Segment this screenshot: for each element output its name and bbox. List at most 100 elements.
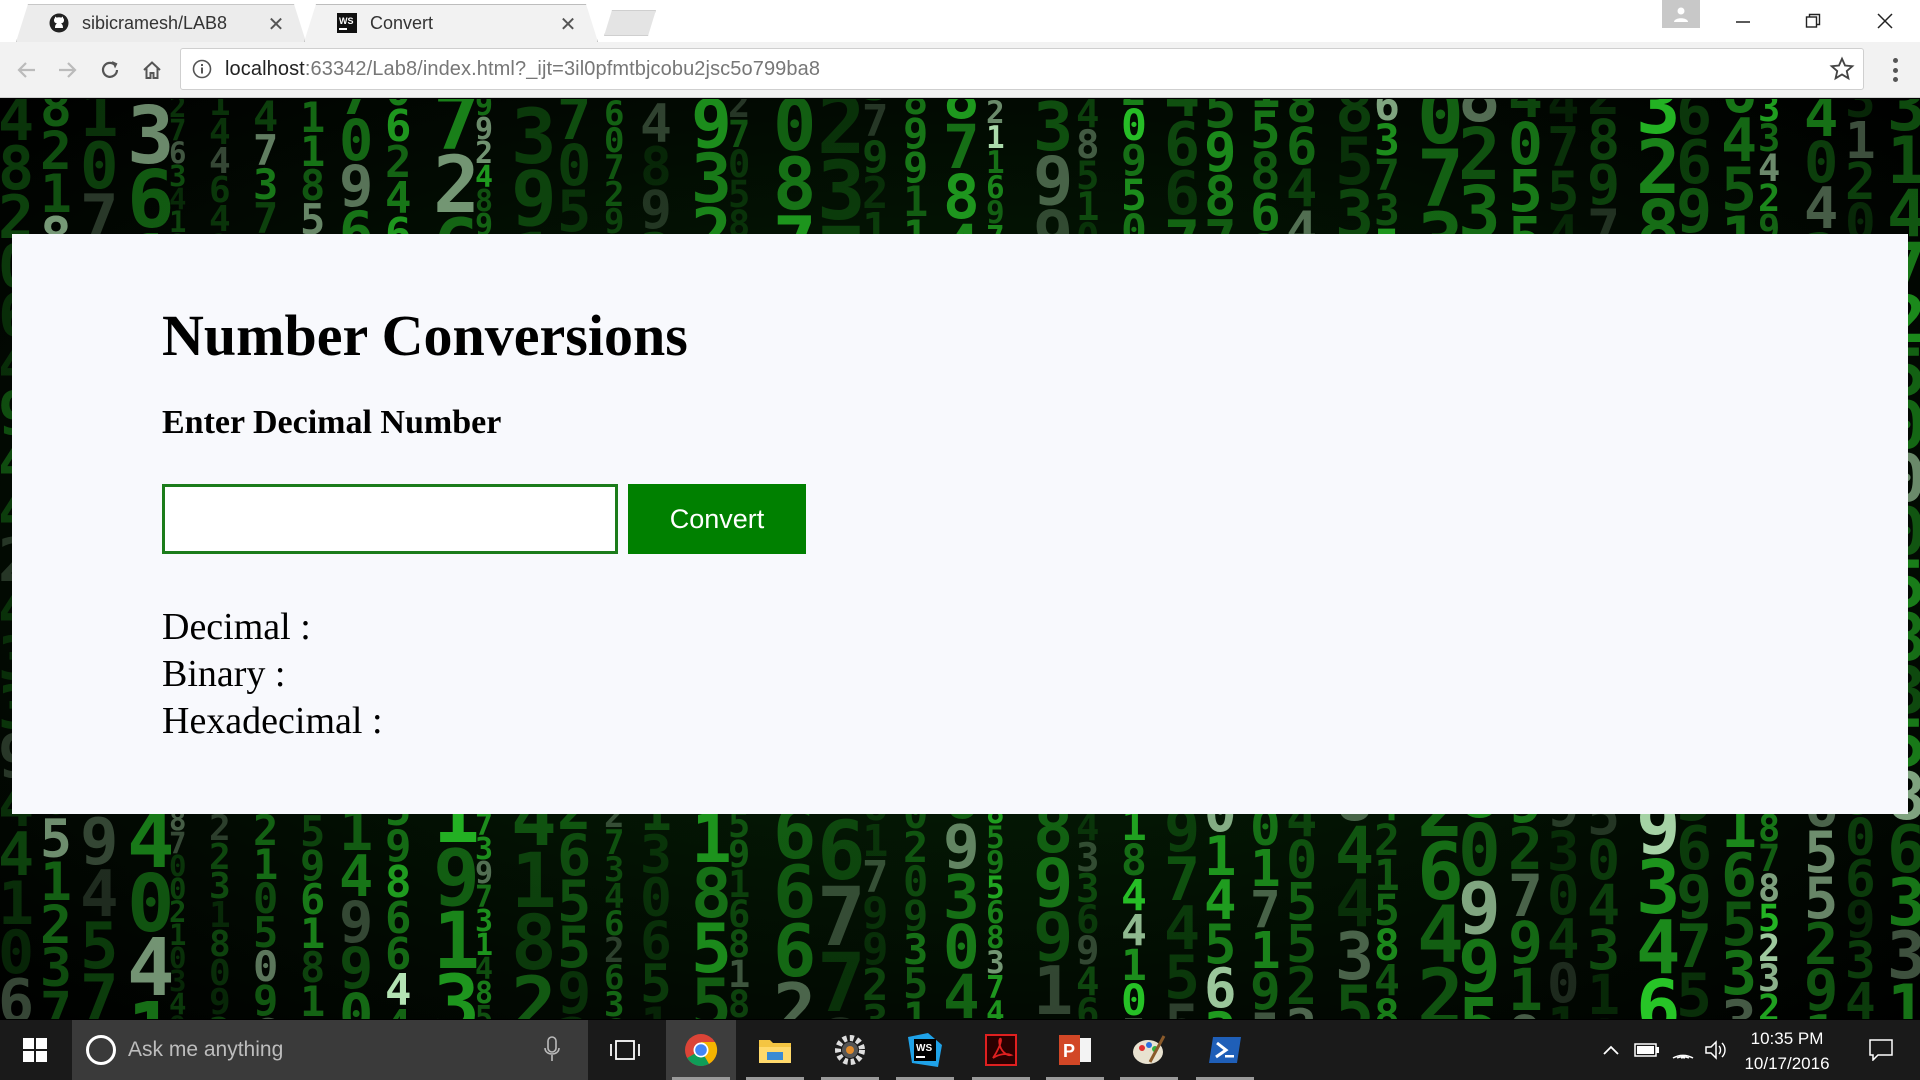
webstorm-icon[interactable]: WS — [890, 1020, 960, 1080]
matrix-digit: 1 — [903, 993, 929, 1020]
cortana-icon — [86, 1035, 116, 1065]
matrix-digit: 8 — [1374, 991, 1400, 1020]
search-placeholder: Ask me anything — [128, 1038, 284, 1061]
browser-toolbar: localhost:63342/Lab8/index.html?_ijt=3il… — [0, 42, 1920, 98]
matrix-digit: 2 — [1286, 1003, 1317, 1019]
github-icon — [48, 12, 70, 34]
url-text: localhost:63342/Lab8/index.html?_ijt=3il… — [225, 58, 820, 81]
acrobat-icon[interactable] — [966, 1020, 1036, 1080]
task-view-icon[interactable] — [590, 1020, 660, 1080]
matrix-digit: 6 — [1636, 965, 1681, 1019]
chrome-icon[interactable] — [666, 1020, 736, 1080]
tab-title: sibicramesh/LAB8 — [82, 12, 228, 33]
matrix-digit: 5 — [475, 1000, 494, 1020]
info-icon[interactable] — [191, 58, 213, 80]
matrix-digit: 2 — [1417, 954, 1464, 1019]
action-center-icon[interactable] — [1856, 1020, 1906, 1080]
show-hidden-icons-chevron-icon[interactable] — [1596, 1020, 1626, 1080]
svg-text:P: P — [1063, 1041, 1075, 1061]
powerpoint-icon[interactable]: P — [1040, 1020, 1110, 1080]
home-icon[interactable] — [134, 52, 170, 88]
matrix-digit: 4 — [1845, 973, 1876, 1019]
matrix-digit: 5 — [728, 1016, 750, 1019]
close-window-icon[interactable] — [1850, 0, 1920, 42]
matrix-digit: 1 — [1887, 972, 1920, 1019]
matrix-digit: 4 — [986, 995, 1005, 1020]
matrix-digit: 5 — [1335, 973, 1375, 1019]
back-arrow-icon[interactable] — [8, 52, 44, 88]
clock-date: 10/17/2016 — [1744, 1054, 1830, 1073]
windows-taskbar: Ask me anything WS P 10:35 PM 10/17/2016 — [0, 1020, 1920, 1080]
webstorm-icon: WS — [336, 12, 358, 34]
file-explorer-icon[interactable] — [740, 1020, 810, 1080]
tab-title: Convert — [370, 12, 434, 33]
clock-time: 10:35 PM — [1750, 1029, 1824, 1048]
svg-text:WS: WS — [916, 1043, 932, 1054]
matrix-digit: 1 — [943, 1017, 980, 1019]
restore-icon[interactable] — [1778, 0, 1848, 42]
battery-icon[interactable] — [1632, 1020, 1662, 1080]
tab-github[interactable]: sibicramesh/LAB8 ✕ — [16, 4, 306, 42]
matrix-digit: 5 — [1164, 997, 1200, 1019]
matrix-digit: 2 — [773, 968, 817, 1019]
cortana-search-box[interactable]: Ask me anything — [72, 1020, 588, 1080]
matrix-digit: 5 — [1458, 989, 1501, 1019]
matrix-digit: 3 — [862, 1000, 889, 1020]
matrix-digit: 9 — [169, 1013, 186, 1020]
matrix-digit: 1 — [640, 1001, 672, 1019]
powershell-icon[interactable] — [1190, 1020, 1260, 1080]
system-clock[interactable]: 10:35 PM 10/17/2016 — [1722, 1026, 1852, 1076]
forward-arrow-icon[interactable] — [50, 52, 86, 88]
page-viewport: 4820649442433944106821885369595706205123… — [0, 99, 1920, 1019]
matrix-digit: 9 — [1508, 1008, 1543, 1019]
decimal-input[interactable] — [162, 484, 618, 554]
results-block: Decimal : Binary : Hexadecimal : — [162, 604, 383, 745]
page-title: Number Conversions — [162, 303, 688, 368]
matrix-digit: 2 — [209, 1014, 231, 1020]
input-label: Enter Decimal Number — [162, 404, 502, 441]
binary-result: Binary : — [162, 653, 286, 695]
matrix-digit: 2 — [557, 1012, 591, 1020]
matrix-digit: 7 — [80, 962, 119, 1019]
matrix-digit: 4 — [385, 1005, 412, 1020]
new-tab-button[interactable] — [604, 10, 656, 36]
profile-icon[interactable] — [1662, 0, 1700, 28]
microphone-icon[interactable] — [544, 1036, 560, 1067]
menu-kebab-icon[interactable] — [1880, 54, 1910, 86]
matrix-digit: 2 — [1758, 987, 1781, 1019]
matrix-digit: 5 — [1121, 1015, 1147, 1020]
matrix-digit: 3 — [433, 960, 480, 1019]
matrix-digit: 5 — [691, 965, 732, 1020]
bookmark-star-icon[interactable] — [1829, 56, 1855, 87]
matrix-digit: 3 — [1204, 1006, 1237, 1020]
paint-icon[interactable] — [1114, 1020, 1184, 1080]
convert-button[interactable]: Convert — [628, 484, 806, 554]
tab-convert[interactable]: WS Convert ✕ — [304, 4, 598, 42]
close-icon[interactable]: ✕ — [266, 12, 286, 37]
matrix-digit: 1 — [1547, 1001, 1580, 1020]
matrix-digit: 6 — [1076, 991, 1100, 1019]
matrix-digit: 5 — [1250, 1008, 1281, 1019]
svg-text:WS: WS — [339, 16, 354, 26]
minimize-icon[interactable] — [1708, 0, 1778, 42]
matrix-digit: 1 — [1587, 1013, 1620, 1020]
converter-panel: Number Conversions Enter Decimal Number … — [12, 234, 1908, 814]
matrix-digit: 9 — [1033, 1012, 1073, 1020]
matrix-digit: 1 — [127, 993, 175, 1020]
matrix-digit: 4 — [300, 1015, 325, 1020]
close-icon[interactable]: ✕ — [558, 12, 578, 37]
settings-gear-icon[interactable] — [815, 1020, 885, 1080]
hex-result: Hexadecimal : — [162, 700, 383, 742]
matrix-digit: 9 — [817, 1010, 866, 1020]
wifi-icon[interactable] — [1668, 1020, 1698, 1080]
address-bar[interactable]: localhost:63342/Lab8/index.html?_ijt=3il… — [180, 48, 1864, 90]
matrix-digit: 6 — [253, 1014, 278, 1020]
matrix-digit: 2 — [511, 960, 557, 1020]
matrix-digit: 0 — [339, 982, 374, 1020]
matrix-digit: 3 — [1721, 993, 1757, 1019]
matrix-digit: 7 — [40, 981, 72, 1019]
windows-start-icon[interactable] — [0, 1020, 70, 1080]
matrix-digit: 6 — [604, 1015, 624, 1019]
reload-icon[interactable] — [92, 52, 128, 88]
matrix-digit: 6 — [0, 967, 35, 1019]
